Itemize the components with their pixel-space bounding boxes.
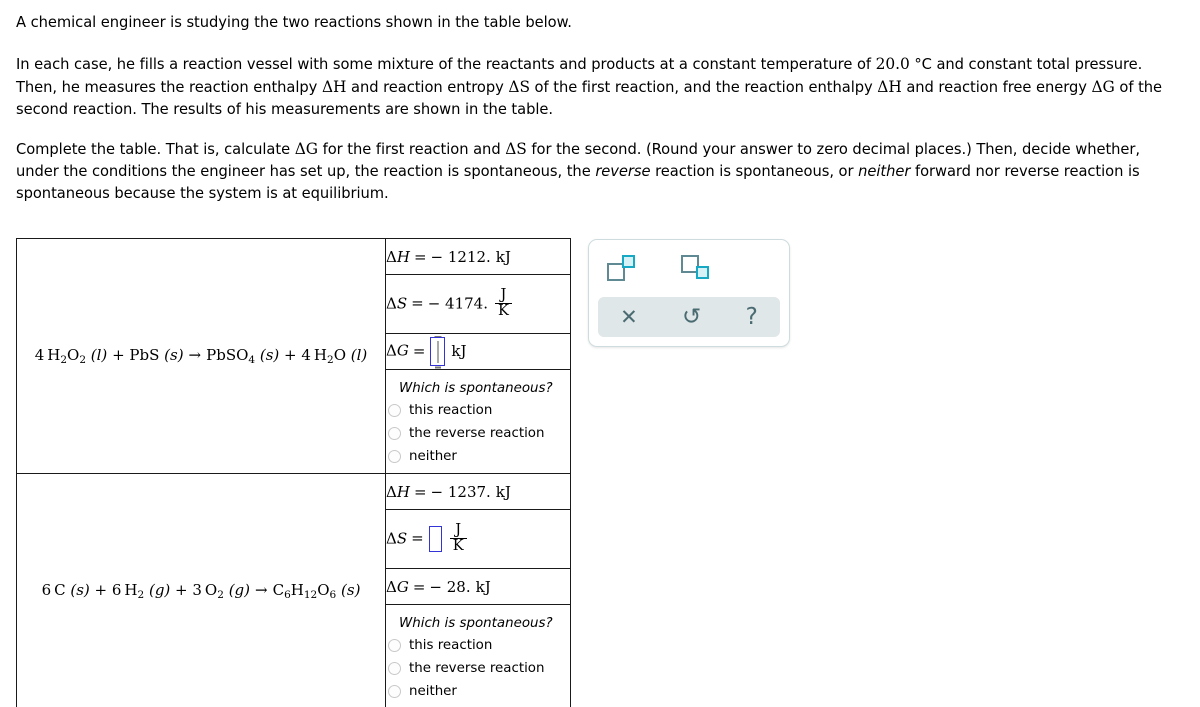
radio-icon[interactable] bbox=[388, 449, 401, 463]
enthalpy-cell-2: ΔH = − 1237. kJ bbox=[385, 473, 571, 510]
temperature-value: 20.0 bbox=[875, 55, 910, 73]
entropy-cell-1: ΔS = − 4174. J K bbox=[385, 274, 571, 334]
symbol-delta-s-1: ΔS bbox=[508, 78, 530, 96]
symbol-delta-g-1: ΔG bbox=[1091, 78, 1115, 96]
enthalpy-label-1: ΔH bbox=[386, 247, 410, 266]
reaction-equation-cell-1: 4 H2O2 (l) + PbS (s) → PbSO4 (s) + 4 H2O (… bbox=[16, 238, 386, 474]
entropy-label-2: ΔS bbox=[386, 529, 408, 547]
entropy-equals-2: = bbox=[411, 529, 424, 547]
free-energy-unit-1: kJ bbox=[451, 341, 467, 360]
enthalpy-label-2: ΔH bbox=[386, 482, 410, 501]
close-icon[interactable]: ✕ bbox=[610, 305, 648, 330]
radio-icon[interactable] bbox=[388, 684, 401, 698]
task-text-b: for the first reaction and bbox=[318, 141, 506, 158]
intro-text: A chemical engineer is studying the two … bbox=[16, 14, 572, 31]
toolbar-format-row bbox=[589, 240, 789, 296]
free-energy-cell-1: ΔG = kJ bbox=[385, 333, 571, 370]
radio-icon[interactable] bbox=[388, 426, 401, 440]
paragraph-task: Complete the table. That is, calculate Δ… bbox=[16, 138, 1184, 205]
radio-icon[interactable] bbox=[388, 661, 401, 675]
subscript-index-box bbox=[696, 266, 709, 279]
free-energy-equals-2: = bbox=[412, 577, 426, 596]
radio-label: the reverse reaction bbox=[409, 660, 545, 676]
symbol-delta-s-2: ΔS bbox=[505, 140, 527, 158]
enthalpy-cell-1: ΔH = − 1212. kJ bbox=[385, 238, 571, 275]
symbol-delta-g-2: ΔG bbox=[294, 140, 318, 158]
entropy-input-2[interactable] bbox=[428, 526, 442, 552]
paragraph-intro: A chemical engineer is studying the two … bbox=[16, 12, 1184, 34]
free-energy-cell-2: ΔG = − 28. kJ bbox=[385, 568, 571, 605]
free-energy-value-2: − 28. bbox=[429, 577, 471, 596]
spontaneity-question-2: Which is spontaneous? bbox=[399, 615, 553, 631]
radio-icon[interactable] bbox=[388, 403, 401, 417]
spontaneity-cell-2: Which is spontaneous? this reaction the … bbox=[385, 604, 571, 707]
radio-option-this-reaction-1[interactable]: this reaction bbox=[388, 403, 570, 418]
setup-text-e: and reaction free energy bbox=[901, 79, 1092, 96]
problem-page: A chemical engineer is studying the two … bbox=[0, 0, 1200, 707]
enthalpy-value-2: − 1237. bbox=[430, 482, 491, 501]
entropy-unit-fraction-1: JK bbox=[494, 285, 512, 319]
entropy-value-1: − 4174. bbox=[427, 294, 488, 312]
setup-text-c: and reaction entropy bbox=[346, 79, 509, 96]
radio-label: neither bbox=[409, 683, 457, 699]
table-row: 6 C (s) + 6 H2 (g) + 3 O2 (g) → C6H12O6 (s… bbox=[16, 473, 571, 707]
entropy-unit-denominator-1: K bbox=[494, 302, 512, 319]
enthalpy-equals-1: = bbox=[413, 247, 427, 266]
free-energy-equals-1: = bbox=[412, 341, 426, 360]
enthalpy-equals-2: = bbox=[413, 482, 427, 501]
reactions-table-wrapper: 4 H2O2 (l) + PbS (s) → PbSO4 (s) + 4 H2O (… bbox=[16, 238, 571, 707]
entropy-equals-1: = bbox=[411, 294, 424, 312]
enthalpy-value-1: − 1212. bbox=[430, 247, 491, 266]
spontaneity-question-1: Which is spontaneous? bbox=[399, 380, 553, 396]
subscript-icon[interactable] bbox=[681, 255, 711, 281]
help-icon[interactable]: ? bbox=[736, 304, 768, 331]
setup-text-a: In each case, he fills a reaction vessel… bbox=[16, 56, 876, 73]
task-text-a: Complete the table. That is, calculate bbox=[16, 141, 295, 158]
reaction-equation-2: 6 C (s) + 6 H2 (g) + 3 O2 (g) → C6H12O6 (s… bbox=[41, 581, 361, 601]
radio-label: neither bbox=[409, 448, 457, 464]
radio-label: the reverse reaction bbox=[409, 425, 545, 441]
radio-option-reverse-reaction-1[interactable]: the reverse reaction bbox=[388, 426, 570, 441]
table-row: 4 H2O2 (l) + PbS (s) → PbSO4 (s) + 4 H2O (… bbox=[16, 238, 571, 474]
spontaneity-cell-1: Which is spontaneous? this reaction the … bbox=[385, 369, 571, 474]
superscript-icon[interactable] bbox=[607, 255, 637, 281]
emphasis-reverse: reverse bbox=[595, 163, 651, 180]
free-energy-label-1: ΔG bbox=[386, 341, 409, 360]
radio-label: this reaction bbox=[409, 402, 493, 418]
free-energy-input-1[interactable] bbox=[430, 337, 446, 366]
entropy-unit-numerator-1: J bbox=[500, 285, 507, 303]
radio-label: this reaction bbox=[409, 637, 493, 653]
reaction-equation-cell-2: 6 C (s) + 6 H2 (g) + 3 O2 (g) → C6H12O6 (s… bbox=[16, 473, 386, 707]
radio-option-reverse-reaction-2[interactable]: the reverse reaction bbox=[388, 661, 570, 676]
radio-option-neither-1[interactable]: neither bbox=[388, 449, 570, 464]
enthalpy-unit-1: kJ bbox=[495, 247, 511, 266]
toolbar-action-row: ✕ ↺ ? bbox=[598, 297, 780, 337]
problem-statement: A chemical engineer is studying the two … bbox=[0, 0, 1200, 205]
setup-text-d: of the first reaction, and the reaction … bbox=[529, 79, 878, 96]
emphasis-neither: neither bbox=[858, 163, 911, 180]
superscript-exponent-box bbox=[622, 255, 635, 268]
radio-icon[interactable] bbox=[388, 638, 401, 652]
enthalpy-unit-2: kJ bbox=[495, 482, 511, 501]
entropy-label-1: ΔS bbox=[386, 294, 408, 312]
symbol-delta-h-2: ΔH bbox=[877, 78, 902, 96]
math-input-toolbar: ✕ ↺ ? bbox=[588, 239, 790, 347]
task-text-d: reaction is spontaneous, or bbox=[650, 163, 859, 180]
paragraph-setup: In each case, he fills a reaction vessel… bbox=[16, 53, 1184, 121]
symbol-delta-h-1: ΔH bbox=[321, 78, 347, 96]
reactions-table: 4 H2O2 (l) + PbS (s) → PbSO4 (s) + 4 H2O (… bbox=[16, 238, 571, 707]
undo-icon[interactable]: ↺ bbox=[672, 304, 711, 331]
entropy-unit-denominator-2: K bbox=[449, 537, 467, 554]
entropy-cell-2: ΔS = J K bbox=[385, 509, 571, 569]
reaction-equation-1: 4 H2O2 (l) + PbS (s) → PbSO4 (s) + 4 H2O (… bbox=[34, 346, 368, 366]
entropy-unit-numerator-2: J bbox=[455, 520, 462, 538]
free-energy-unit-2: kJ bbox=[475, 577, 491, 596]
radio-option-this-reaction-2[interactable]: this reaction bbox=[388, 638, 570, 653]
entropy-unit-fraction-2: JK bbox=[449, 520, 467, 554]
radio-option-neither-2[interactable]: neither bbox=[388, 684, 570, 699]
free-energy-label-2: ΔG bbox=[386, 577, 409, 596]
